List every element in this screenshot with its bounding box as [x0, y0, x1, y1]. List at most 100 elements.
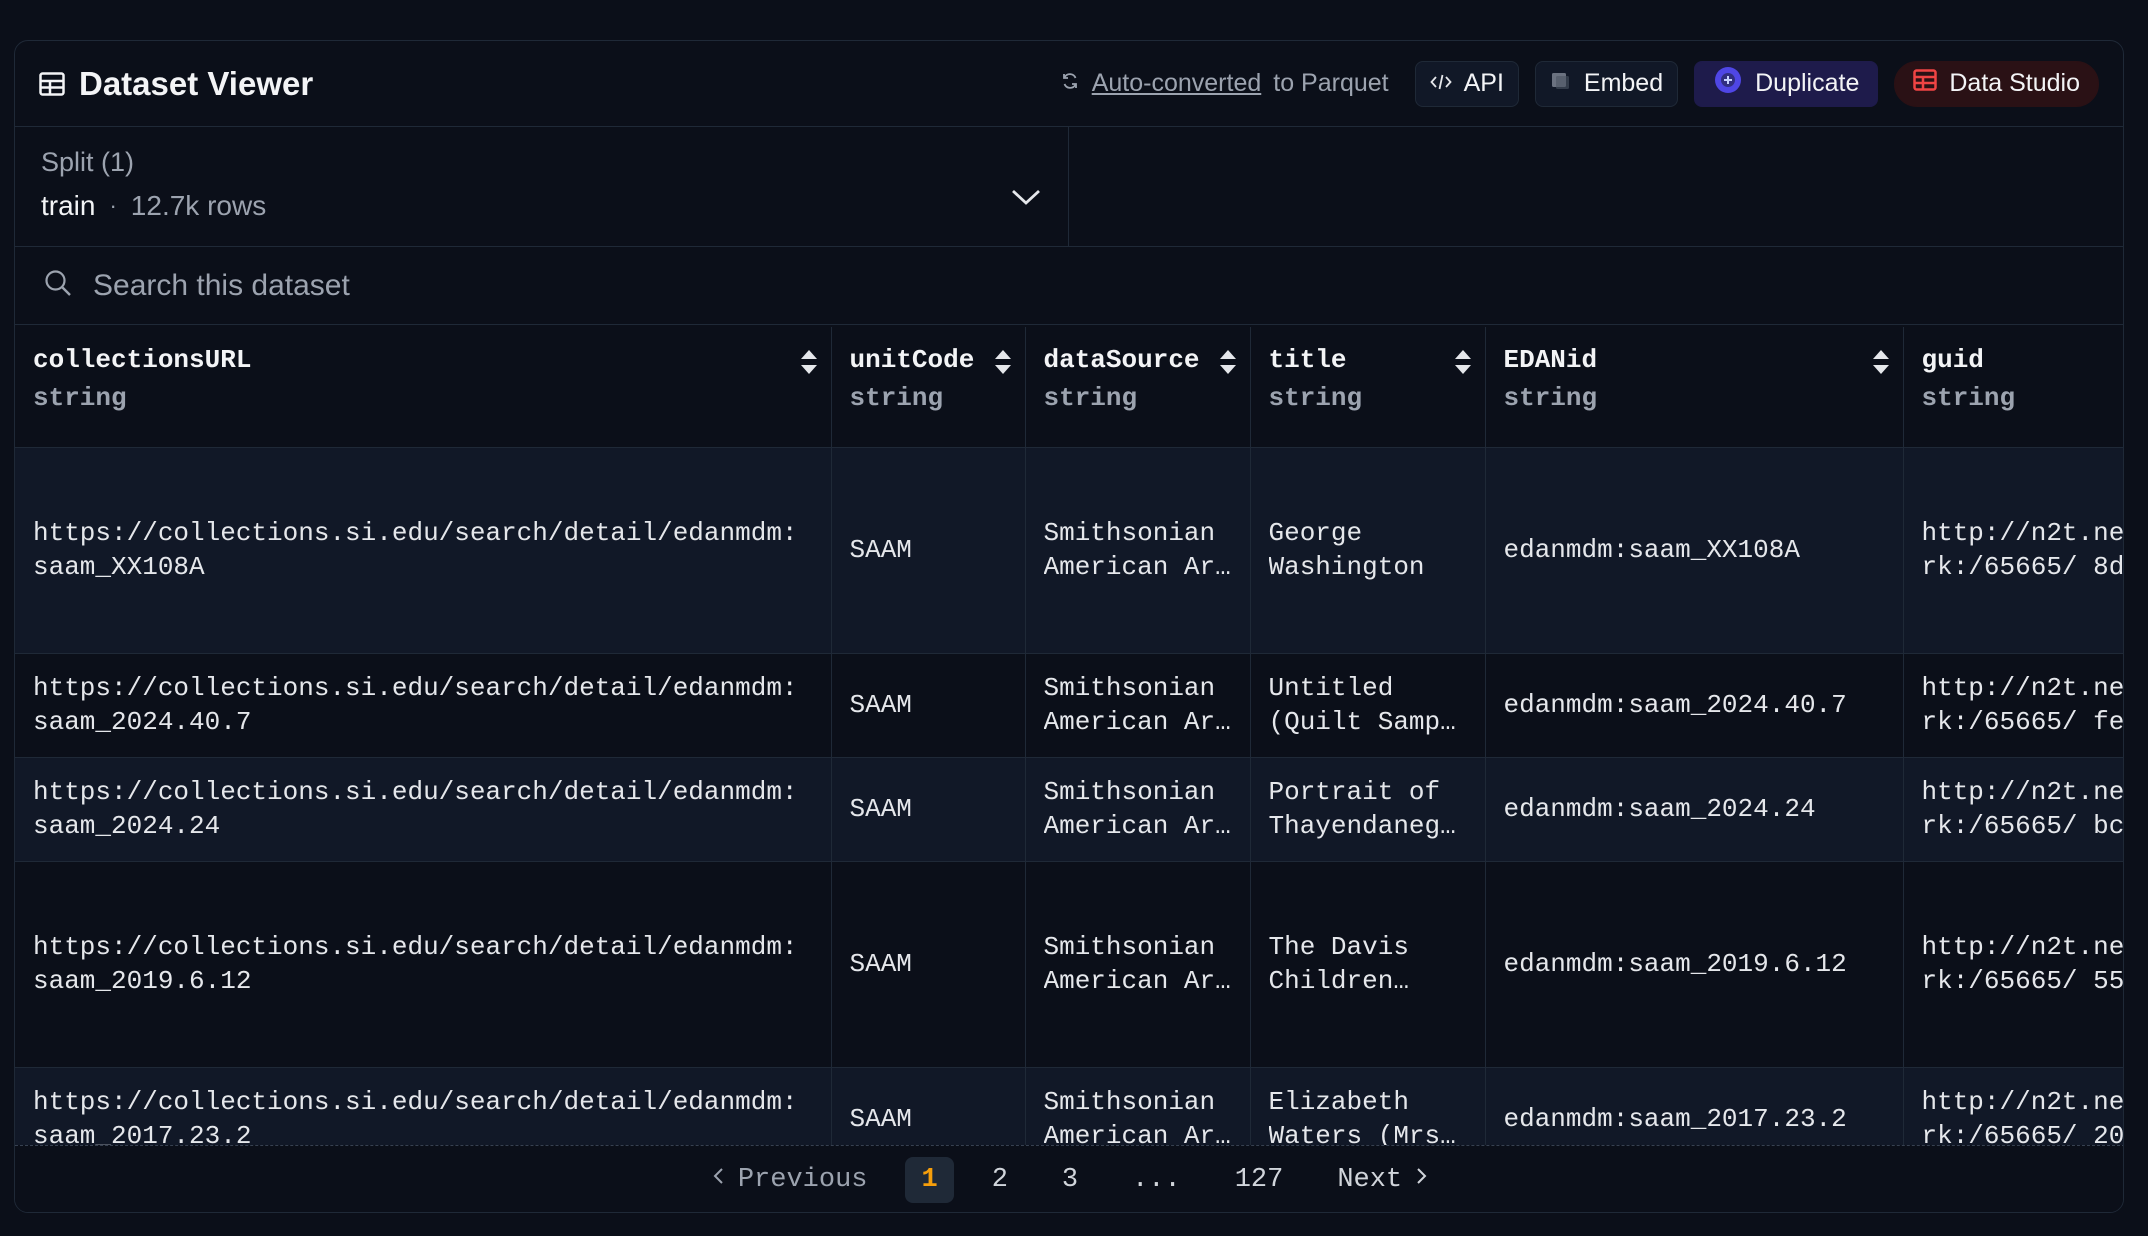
table-cell[interactable]: Smithsonian American Ar…: [1025, 1067, 1251, 1145]
column-name: collectionsURL: [33, 345, 252, 375]
column-name: EDANid: [1503, 345, 1598, 375]
cell-text: George Washington: [1268, 518, 1425, 582]
auto-converted-link[interactable]: Auto-converted: [1092, 69, 1262, 98]
column-header-dataSource[interactable]: dataSource string: [1025, 327, 1251, 448]
page-1-button[interactable]: 1: [905, 1157, 954, 1203]
table-cell[interactable]: The Davis Children…: [1250, 861, 1486, 1068]
table-cell[interactable]: Smithsonian American Ar…: [1025, 757, 1251, 862]
embed-window-icon: [1550, 69, 1572, 98]
table-cell[interactable]: Smithsonian American Ar…: [1025, 447, 1251, 654]
table-cell[interactable]: edanmdm:saam_2017.23.2: [1485, 1067, 1904, 1145]
data-studio-button[interactable]: Data Studio: [1894, 60, 2099, 107]
column-type: string: [33, 383, 127, 413]
cell-text: http://n2t.net/ark:/65665/ bcb4-4a44-921…: [1921, 777, 2124, 841]
table-row[interactable]: https://collections.si.edu/search/detail…: [15, 861, 2124, 1068]
code-icon: [1429, 69, 1452, 98]
cell-text: edanmdm:saam_2019.6.12: [1503, 949, 1847, 979]
split-selector[interactable]: Split (1) train · 12.7k rows: [15, 127, 1069, 246]
table-cell[interactable]: http://n2t.net/ark:/65665/ 8da1-47c8-884…: [1903, 447, 2124, 654]
cell-text: https://collections.si.edu/search/detail…: [33, 932, 798, 996]
column-type: string: [1503, 383, 1598, 413]
column-type: string: [849, 383, 944, 413]
table-cell[interactable]: http://n2t.net/ark:/65665/ 205f-4688-b6f…: [1903, 1067, 2123, 1145]
table-cell[interactable]: SAAM: [831, 447, 1026, 654]
api-button[interactable]: API: [1414, 60, 1519, 107]
split-row: Split (1) train · 12.7k rows: [15, 127, 2123, 247]
table-grid-icon: [39, 71, 65, 96]
cell-text: Portrait of Thayendaneg…: [1268, 777, 1456, 841]
converted-suffix: to Parquet: [1273, 69, 1389, 97]
table-row[interactable]: https://collections.si.edu/search/detail…: [15, 757, 2124, 862]
data-table: collectionsURL string unitCode string da…: [15, 327, 2124, 1145]
table-header-row: collectionsURL string unitCode string da…: [15, 327, 2123, 448]
cell-text: https://collections.si.edu/search/detail…: [33, 777, 798, 841]
previous-page-button[interactable]: Previous: [696, 1157, 884, 1203]
table-cell[interactable]: edanmdm:saam_2024.24: [1485, 757, 1904, 862]
table-cell[interactable]: edanmdm:saam_XX108A: [1485, 447, 1904, 654]
column-header-unitCode[interactable]: unitCode string: [831, 327, 1026, 448]
embed-button-label: Embed: [1583, 69, 1664, 97]
refresh-icon: [1060, 69, 1080, 98]
table-cell[interactable]: Elizabeth Waters (Mrs…: [1250, 1067, 1486, 1145]
table-cell[interactable]: https://collections.si.edu/search/detail…: [15, 861, 832, 1068]
chevron-down-icon[interactable]: [1010, 187, 1042, 212]
cell-text: SAAM: [849, 1104, 912, 1134]
cell-text: Smithsonian American Ar…: [1043, 777, 1231, 841]
cell-text: Smithsonian American Ar…: [1043, 1087, 1231, 1145]
table-cell[interactable]: SAAM: [831, 861, 1026, 1068]
split-label: Split (1): [41, 147, 135, 177]
table-cell[interactable]: Untitled (Quilt Samp…: [1250, 653, 1486, 758]
table-row[interactable]: https://collections.si.edu/search/detail…: [15, 653, 2124, 758]
cell-text: https://collections.si.edu/search/detail…: [33, 518, 798, 582]
column-header-EDANid[interactable]: EDANid string: [1485, 327, 1904, 448]
column-header-collectionsURL[interactable]: collectionsURL string: [15, 327, 832, 448]
table-cell[interactable]: Smithsonian American Ar…: [1025, 861, 1251, 1068]
sort-icon[interactable]: [1453, 347, 1473, 382]
page-2-button[interactable]: 2: [976, 1157, 1024, 1203]
column-type: string: [1268, 383, 1363, 413]
page-127-button[interactable]: 127: [1219, 1157, 1300, 1203]
next-page-button[interactable]: Next: [1321, 1157, 1444, 1203]
table-cell[interactable]: SAAM: [831, 653, 1026, 758]
column-name: unitCode: [849, 345, 975, 375]
cell-text: SAAM: [849, 794, 912, 824]
duplicate-button[interactable]: Duplicate: [1694, 60, 1879, 107]
column-header-title[interactable]: title string: [1250, 327, 1486, 448]
table-row[interactable]: https://collections.si.edu/search/detail…: [15, 1067, 2123, 1145]
table-cell[interactable]: https://collections.si.edu/search/detail…: [15, 757, 832, 862]
embed-button[interactable]: Embed: [1534, 60, 1679, 107]
sort-icon[interactable]: [799, 347, 819, 382]
chevron-left-icon: [712, 1165, 724, 1195]
split-separator: ·: [109, 193, 117, 218]
search-icon: [43, 268, 73, 303]
search-input[interactable]: [93, 268, 1293, 303]
table-cell[interactable]: edanmdm:saam_2019.6.12: [1485, 861, 1904, 1068]
table-cell[interactable]: SAAM: [831, 757, 1026, 862]
table-cell[interactable]: https://collections.si.edu/search/detail…: [15, 1067, 832, 1145]
cell-text: http://n2t.net/ark:/65665/ 554f-456b-9ee…: [1921, 932, 2124, 996]
cell-text: Elizabeth Waters (Mrs…: [1268, 1087, 1456, 1145]
table-cell[interactable]: http://n2t.net/ark:/65665/ fefc-4bbd-95c…: [1903, 653, 2124, 758]
table-cell[interactable]: George Washington: [1250, 447, 1486, 654]
table-cell[interactable]: edanmdm:saam_2024.40.7: [1485, 653, 1904, 758]
table-cell[interactable]: https://collections.si.edu/search/detail…: [15, 447, 832, 654]
sort-icon[interactable]: [993, 347, 1013, 382]
table-cell[interactable]: http://n2t.net/ark:/65665/ 554f-456b-9ee…: [1903, 861, 2124, 1068]
cell-text: http://n2t.net/ark:/65665/ 8da1-47c8-884…: [1921, 518, 2124, 582]
table-cell[interactable]: Portrait of Thayendaneg…: [1250, 757, 1486, 862]
cell-text: http://n2t.net/ark:/65665/ fefc-4bbd-95c…: [1921, 673, 2124, 737]
cell-text: edanmdm:saam_2024.24: [1503, 794, 1816, 824]
column-header-guid[interactable]: guid string: [1903, 327, 2123, 448]
data-table-container[interactable]: collectionsURL string unitCode string da…: [15, 327, 2124, 1145]
table-row[interactable]: https://collections.si.edu/search/detail…: [15, 447, 2124, 654]
table-cell[interactable]: http://n2t.net/ark:/65665/ bcb4-4a44-921…: [1903, 757, 2124, 862]
table-cell[interactable]: SAAM: [831, 1067, 1026, 1145]
table-cell[interactable]: Smithsonian American Ar…: [1025, 653, 1251, 758]
page-3-button[interactable]: 3: [1046, 1157, 1094, 1203]
table-cell[interactable]: https://collections.si.edu/search/detail…: [15, 653, 832, 758]
cell-text: Untitled (Quilt Samp…: [1268, 673, 1456, 737]
sort-icon[interactable]: [1871, 347, 1891, 382]
pagination: Previous 1 2 3 ... 127 Next: [15, 1145, 2123, 1212]
split-name: train: [41, 190, 96, 221]
sort-icon[interactable]: [1218, 347, 1238, 382]
